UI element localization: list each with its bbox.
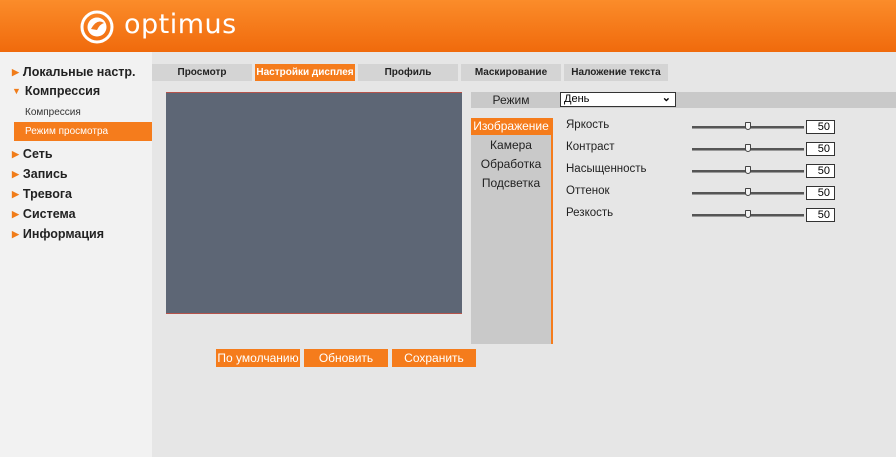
triangle-right-icon: ▶ xyxy=(12,67,19,77)
hue-value[interactable]: 50 xyxy=(806,186,835,200)
sidebar-item-alarm[interactable]: ▶ Тревога xyxy=(12,187,72,201)
brightness-slider-thumb[interactable] xyxy=(745,122,751,130)
contrast-value[interactable]: 50 xyxy=(806,142,835,156)
sidebar-item-record[interactable]: ▶ Запись xyxy=(12,167,68,181)
hue-slider-thumb[interactable] xyxy=(745,188,751,196)
subtab-backlight[interactable]: Подсветка xyxy=(471,175,551,192)
brightness-label: Яркость xyxy=(566,119,610,131)
refresh-button[interactable]: Обновить xyxy=(304,349,388,367)
tab-preview[interactable]: Просмотр xyxy=(152,64,252,81)
triangle-right-icon: ▶ xyxy=(12,209,19,219)
sidebar-item-label: Система xyxy=(22,207,76,221)
subtab-camera[interactable]: Камера xyxy=(471,137,551,154)
mode-bar: Режим xyxy=(471,92,896,108)
tab-display-settings[interactable]: Настройки дисплея xyxy=(255,64,355,81)
subtab-processing[interactable]: Обработка xyxy=(471,156,551,173)
tab-profile[interactable]: Профиль xyxy=(358,64,458,81)
sidebar-item-label: Сеть xyxy=(22,147,53,161)
video-preview xyxy=(166,92,462,314)
chevron-down-icon: ⌄ xyxy=(661,92,671,104)
subtab-panel: Изображение Камера Обработка Подсветка xyxy=(471,118,553,344)
triangle-right-icon: ▶ xyxy=(12,169,19,179)
sidebar-item-info[interactable]: ▶ Информация xyxy=(12,227,104,241)
subtab-image[interactable]: Изображение xyxy=(471,118,551,135)
tab-text-overlay[interactable]: Наложение текста xyxy=(564,64,668,81)
sidebar-item-label: Локальные настр. xyxy=(22,65,136,79)
contrast-label: Контраст xyxy=(566,141,615,153)
sidebar-item-local-settings[interactable]: ▶ Локальные настр. xyxy=(12,65,136,79)
hue-label: Оттенок xyxy=(566,185,610,197)
sidebar-item-system[interactable]: ▶ Система xyxy=(12,207,76,221)
triangle-right-icon: ▶ xyxy=(12,189,19,199)
sharpness-value[interactable]: 50 xyxy=(806,208,835,222)
main-panel: Просмотр Настройки дисплея Профиль Маски… xyxy=(152,52,896,457)
saturation-value[interactable]: 50 xyxy=(806,164,835,178)
triangle-down-icon: ▼ xyxy=(12,86,21,96)
mode-label: Режим xyxy=(492,93,530,107)
sidebar-item-label: Компрессия xyxy=(24,84,101,98)
sidebar-subitem-compression[interactable]: Компрессия xyxy=(14,103,152,122)
mode-select[interactable]: День ⌄ xyxy=(560,92,676,107)
sidebar-item-label: Запись xyxy=(22,167,68,181)
triangle-right-icon: ▶ xyxy=(12,149,19,159)
brightness-value[interactable]: 50 xyxy=(806,120,835,134)
sidebar-item-label: Тревога xyxy=(22,187,72,201)
header-bar: optimus xyxy=(0,0,896,52)
mode-select-value: День xyxy=(564,93,590,105)
tab-masking[interactable]: Маскирование xyxy=(461,64,561,81)
contrast-slider-thumb[interactable] xyxy=(745,144,751,152)
default-button[interactable]: По умолчанию xyxy=(216,349,300,367)
sidebar-item-compression[interactable]: ▼ Компрессия xyxy=(12,84,100,98)
sidebar: ▶ Локальные настр. ▼ Компрессия Компрессия… xyxy=(0,52,152,457)
brand-name: optimus xyxy=(124,9,237,40)
sidebar-item-network[interactable]: ▶ Сеть xyxy=(12,147,53,161)
sharpness-label: Резкость xyxy=(566,207,614,219)
triangle-right-icon: ▶ xyxy=(12,229,19,239)
saturation-slider-thumb[interactable] xyxy=(745,166,751,174)
optimus-logo-icon xyxy=(80,10,114,44)
sidebar-item-label: Информация xyxy=(22,227,105,241)
sidebar-subitem-view-mode[interactable]: Режим просмотра xyxy=(14,122,152,141)
saturation-label: Насыщенность xyxy=(566,163,647,175)
sharpness-slider-thumb[interactable] xyxy=(745,210,751,218)
save-button[interactable]: Сохранить xyxy=(392,349,476,367)
